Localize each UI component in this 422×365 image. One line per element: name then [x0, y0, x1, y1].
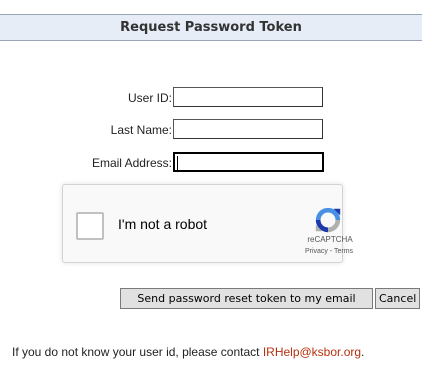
- privacy-link[interactable]: Privacy: [305, 248, 328, 255]
- recaptcha-widget: I'm not a robot reCAPTCHA Privacy - Term…: [62, 184, 353, 263]
- recaptcha-brand: reCAPTCHA: [307, 235, 353, 244]
- recaptcha-checkbox[interactable]: [76, 212, 104, 240]
- text-caret: [177, 156, 178, 170]
- recaptcha-label: I'm not a robot: [118, 216, 208, 232]
- last-name-label: Last Name:: [110, 123, 172, 137]
- cancel-button[interactable]: Cancel: [375, 288, 420, 309]
- send-token-button[interactable]: Send password reset token to my email: [120, 288, 373, 309]
- user-id-label: User ID:: [127, 91, 172, 105]
- page-title: Request Password Token: [0, 14, 422, 41]
- help-text: If you do not know your user id, please …: [12, 345, 364, 359]
- help-email-link[interactable]: IRHelp@ksbor.org: [263, 345, 361, 359]
- terms-link[interactable]: Terms: [334, 248, 353, 255]
- email-label: Email Address:: [91, 156, 172, 170]
- email-field[interactable]: [173, 152, 324, 172]
- recaptcha-links: Privacy - Terms: [293, 248, 365, 255]
- help-text-suffix: .: [361, 345, 365, 359]
- recaptcha-logo-icon: [315, 207, 341, 233]
- help-text-prefix: If you do not know your user id, please …: [12, 345, 263, 359]
- last-name-field[interactable]: [173, 119, 323, 139]
- user-id-field[interactable]: [173, 87, 323, 107]
